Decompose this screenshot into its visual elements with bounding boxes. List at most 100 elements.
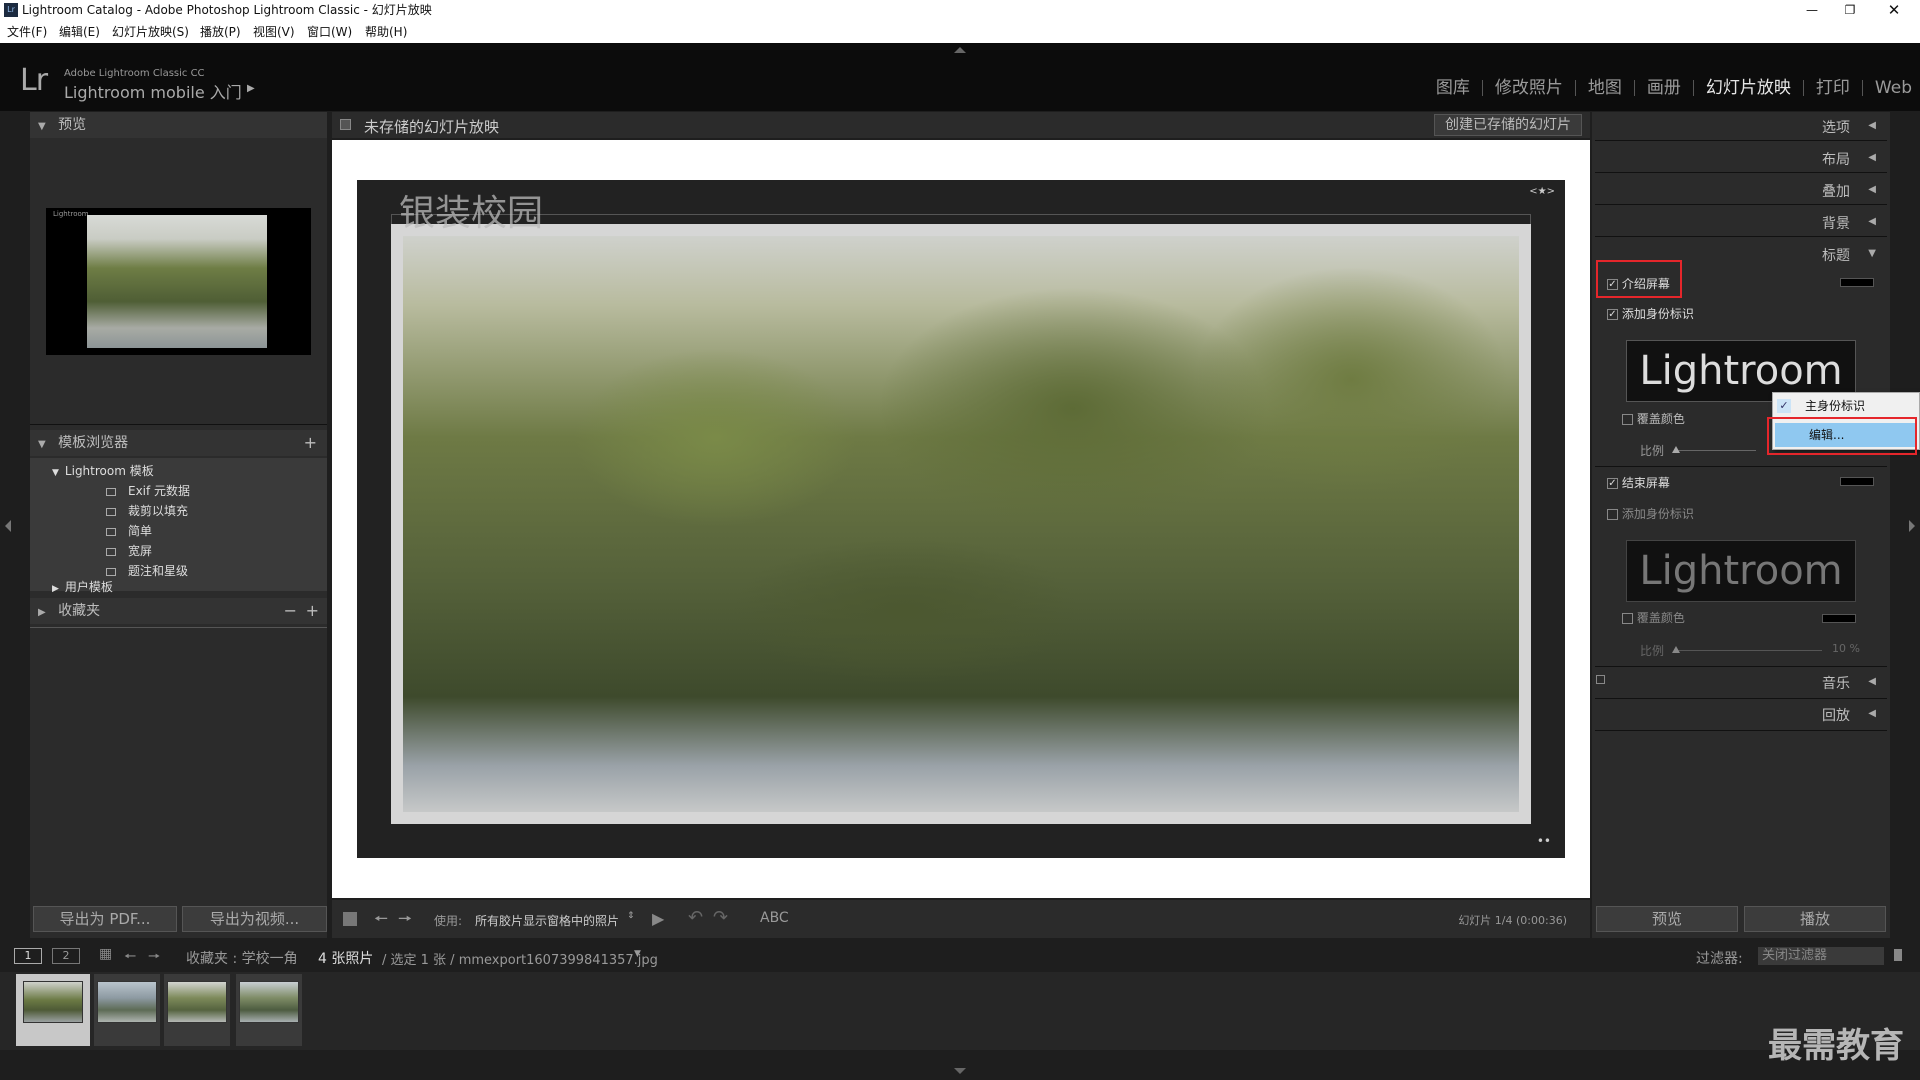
back-arrow-icon[interactable]: 🠔 (124, 946, 136, 970)
rating-overlay-icon[interactable]: <★> (1529, 186, 1555, 197)
playback-section[interactable]: 回放 ◀ (1592, 700, 1890, 728)
scale-slider-thumb[interactable] (1672, 446, 1680, 453)
filmstrip-thumb[interactable] (23, 981, 83, 1023)
close-button[interactable]: ✕ (1882, 0, 1906, 21)
filter-lock-icon[interactable] (1894, 949, 1902, 961)
filter-label: 过滤器: (1696, 951, 1743, 967)
module-book[interactable]: 画册 (1635, 80, 1694, 97)
play-icon[interactable]: ▶ (652, 909, 664, 928)
override-color-checkbox[interactable]: 覆盖颜色 (1622, 410, 1685, 427)
rotate-left-icon[interactable]: ↶ (688, 907, 703, 928)
source-dropdown-icon[interactable]: ▼ (634, 949, 641, 959)
scale2-slider-track[interactable] (1676, 650, 1822, 651)
module-print[interactable]: 打印 (1804, 80, 1863, 97)
primary-window-button[interactable]: 1 (14, 948, 42, 964)
forward-arrow-icon[interactable]: 🠖 (148, 946, 160, 970)
add-template-icon[interactable]: + (304, 430, 317, 456)
template-list: ▼ Lightroom 模板 Exif 元数据 裁剪以填充 简单 宽屏 题注和星级… (30, 458, 327, 594)
module-web[interactable]: Web (1863, 80, 1920, 97)
template-caption-rating[interactable]: 题注和星级 (106, 562, 188, 579)
left-panel: ▼ 预览 Lightroom ▼ 模板浏览器 + ▼ Lightroom 模板 E… (30, 112, 327, 938)
left-panel-toggle-icon[interactable] (5, 520, 11, 532)
template-icon (106, 527, 116, 536)
preview-button[interactable]: 预览 (1596, 906, 1738, 932)
collections-header[interactable]: ▶ 收藏夹 − + (30, 598, 327, 624)
collapse-left-icon: ◀ (1868, 184, 1876, 195)
override-color2-checkbox[interactable]: 覆盖颜色 (1622, 609, 1685, 626)
menu-window[interactable]: 窗口(W) (307, 21, 352, 43)
select-arrows-icon[interactable]: ⇕ (627, 911, 635, 921)
intro-screen-checkbox[interactable]: ✓ 介绍屏幕 (1607, 275, 1670, 292)
previous-arrow-icon[interactable]: 🠔 (374, 908, 388, 935)
export-video-button[interactable]: 导出为视频... (182, 906, 327, 932)
play-button[interactable]: 播放 (1744, 906, 1886, 932)
template-browser-header[interactable]: ▼ 模板浏览器 + (30, 430, 327, 456)
right-panel-toggle-icon[interactable] (1909, 520, 1915, 532)
scale2-value[interactable]: 10 % (1832, 642, 1860, 655)
options-section[interactable]: 选项 ◀ (1592, 112, 1890, 140)
filter-select[interactable]: 关闭过滤器 (1758, 947, 1884, 965)
menu-item-primary-identity[interactable]: ✓ 主身份标识 (1773, 394, 1919, 418)
export-pdf-button[interactable]: 导出为 PDF... (33, 906, 177, 932)
add-identity2-checkbox[interactable]: 添加身份标识 (1607, 505, 1694, 522)
music-toggle-icon[interactable] (1596, 675, 1605, 684)
secondary-window-button[interactable]: 2 (52, 948, 80, 964)
preview-header[interactable]: ▼ 预览 (30, 112, 327, 138)
lightroom-templates-folder[interactable]: ▼ Lightroom 模板 (52, 462, 154, 479)
restore-button[interactable]: ❐ (1838, 0, 1862, 21)
overlays-section[interactable]: 叠加 ◀ (1592, 176, 1890, 204)
ending-color-swatch[interactable] (1840, 477, 1874, 486)
music-section[interactable]: 音乐 ◀ (1592, 668, 1890, 696)
menu-edit[interactable]: 编辑(E) (59, 21, 100, 43)
rotate-right-icon[interactable]: ↷ (713, 907, 728, 928)
intro-color-swatch[interactable] (1840, 278, 1874, 287)
scale2-label: 比例 (1640, 644, 1665, 658)
create-saved-slideshow-button[interactable]: 创建已存储的幻灯片 (1434, 114, 1582, 136)
scale-slider-track[interactable] (1676, 450, 1756, 451)
identity-main[interactable]: Lightroom mobile 入门 (64, 79, 242, 103)
add-text-button[interactable]: ABC (760, 910, 789, 926)
stop-icon[interactable] (343, 912, 357, 926)
identity-arrow-icon[interactable]: ▶ (247, 83, 255, 94)
minimize-button[interactable]: — (1800, 0, 1824, 21)
scale2-slider-thumb[interactable] (1672, 646, 1680, 653)
checkbox-checked-icon: ✓ (1607, 478, 1618, 489)
filmstrip-thumb[interactable] (97, 981, 157, 1023)
menu-play[interactable]: 播放(P) (200, 21, 241, 43)
template-label: 裁剪以填充 (128, 504, 189, 518)
top-panel-toggle-icon[interactable] (954, 47, 966, 53)
add-identity-checkbox[interactable]: ✓ 添加身份标识 (1607, 305, 1694, 322)
module-library[interactable]: 图库 (1424, 80, 1483, 97)
template-widescreen[interactable]: 宽屏 (106, 542, 152, 559)
override-color2-swatch[interactable] (1822, 614, 1856, 623)
checkbox-unchecked-icon (1622, 414, 1633, 425)
user-templates-folder[interactable]: ▶ 用户模板 (52, 578, 113, 595)
backdrop-section[interactable]: 背景 ◀ (1592, 208, 1890, 236)
template-exif[interactable]: Exif 元数据 (106, 482, 190, 499)
module-slideshow[interactable]: 幻灯片放映 (1694, 80, 1804, 97)
template-simple[interactable]: 简单 (106, 522, 152, 539)
filmstrip-thumb[interactable] (167, 981, 227, 1023)
template-crop-fill[interactable]: 裁剪以填充 (106, 502, 188, 519)
module-map[interactable]: 地图 (1576, 80, 1635, 97)
grid-view-icon[interactable]: ▦ (99, 946, 112, 962)
menu-help[interactable]: 帮助(H) (365, 21, 407, 43)
use-select[interactable]: 所有胶片显示窗格中的照片 (475, 912, 619, 929)
collapse-left-icon: ◀ (1868, 676, 1876, 687)
next-arrow-icon[interactable]: 🠖 (398, 908, 412, 935)
menu-file[interactable]: 文件(F) (7, 21, 47, 43)
menu-view[interactable]: 视图(V) (253, 21, 295, 43)
ending-screen-checkbox[interactable]: ✓ 结束屏幕 (1607, 474, 1670, 491)
remove-collection-icon[interactable]: − (284, 598, 297, 624)
more-options-icon[interactable]: •• (1537, 834, 1551, 848)
slide-title-text[interactable]: 银装校园 (399, 184, 543, 236)
source-label[interactable]: 收藏夹 : 学校一角 (186, 948, 298, 968)
layout-section[interactable]: 布局 ◀ (1592, 144, 1890, 172)
bottom-panel-toggle-icon[interactable] (954, 1068, 966, 1074)
menu-slideshow[interactable]: 幻灯片放映(S) (112, 21, 189, 43)
slide-photo[interactable] (391, 224, 1531, 824)
add-collection-icon[interactable]: + (306, 598, 319, 624)
filmstrip-thumb[interactable] (239, 981, 299, 1023)
module-develop[interactable]: 修改照片 (1483, 80, 1576, 97)
identity-plate-preview-2[interactable]: Lightroom (1626, 540, 1856, 602)
